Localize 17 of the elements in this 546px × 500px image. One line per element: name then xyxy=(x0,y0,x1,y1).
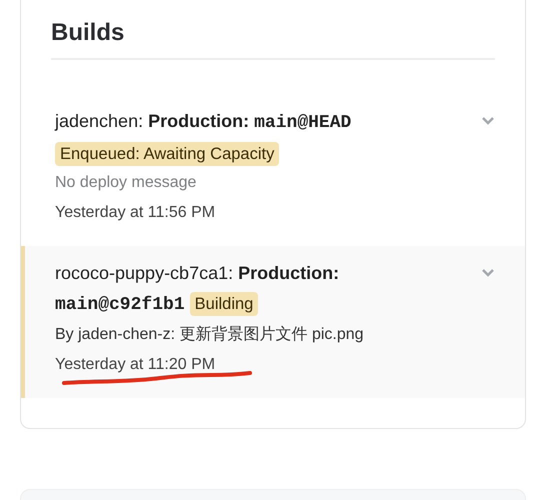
chevron-down-icon[interactable] xyxy=(481,268,495,278)
section-heading: Builds xyxy=(51,10,495,60)
chevron-down-icon[interactable] xyxy=(481,116,495,126)
build-row[interactable]: jadenchen: Production: main@HEAD Enqueued: Awaiting Capacity No deploy message Yesterday at 11:56 PM xyxy=(21,94,525,246)
author-name: jadenchen: xyxy=(55,111,144,132)
status-badge: Enqueued: Awaiting Capacity xyxy=(55,142,280,166)
environment-label: Production: xyxy=(238,263,340,284)
build-row[interactable]: rococo-puppy-cb7ca1: Production: main@c92f1b1 Building By jaden-chen-z: 更新背景图片文件 pic.png Yesterday at 11:20 PM xyxy=(21,246,525,398)
git-ref: main@HEAD xyxy=(254,113,352,134)
environment-label: Production: xyxy=(148,111,250,132)
git-ref: main@c92f1b1 xyxy=(55,295,185,316)
build-time: Yesterday at 11:56 PM xyxy=(55,203,216,224)
build-time: Yesterday at 11:20 PM xyxy=(55,350,216,380)
author-name: rococo-puppy-cb7ca1: xyxy=(55,263,234,284)
deploy-message: By jaden-chen-z: 更新背景图片文件 pic.png xyxy=(55,326,364,344)
status-badge: Building xyxy=(190,292,258,316)
deploy-message: No deploy message xyxy=(55,174,196,192)
